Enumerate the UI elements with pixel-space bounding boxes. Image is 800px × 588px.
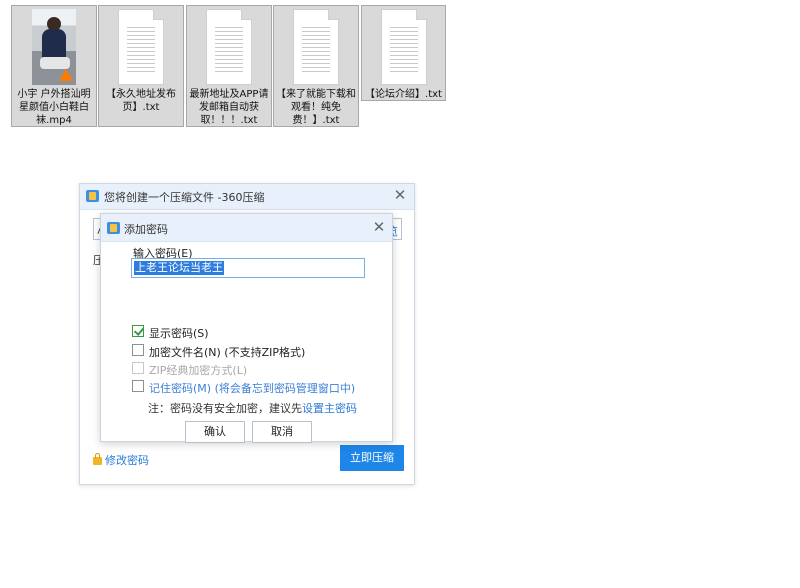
file-item-txt[interactable]: 【来了就能下载和观看！纯免费！】.txt bbox=[273, 5, 359, 127]
checkbox-box bbox=[132, 380, 144, 392]
file-item-txt[interactable]: 最新地址及APP请发邮箱自动获取！！！.txt bbox=[186, 5, 272, 127]
file-item-video[interactable]: 小宇 户外搭汕明星颜值小白鞋白袜.mp4 bbox=[11, 5, 97, 127]
compress-now-button[interactable]: 立即压缩 bbox=[340, 445, 404, 471]
dialog-title: 添加密码 bbox=[124, 223, 168, 236]
thumbnail-sofa bbox=[40, 57, 70, 69]
file-item-txt[interactable]: 【永久地址发布页】.txt bbox=[98, 5, 184, 127]
password-value: 上老王论坛当老王 bbox=[134, 261, 224, 275]
checkbox-box bbox=[132, 344, 144, 356]
confirm-button[interactable]: 确认 bbox=[185, 421, 245, 443]
dialog-title-bar[interactable]: 添加密码 ✕ bbox=[101, 214, 392, 242]
file-name: 小宇 户外搭汕明星颜值小白鞋白袜.mp4 bbox=[17, 89, 91, 126]
text-file-icon bbox=[380, 9, 427, 85]
set-master-password-link[interactable]: 设置主密码 bbox=[302, 402, 357, 415]
note-text: 注：密码没有安全加密，建议先 bbox=[148, 402, 302, 415]
file-name: 【来了就能下载和观看！纯免费！】.txt bbox=[276, 89, 356, 126]
file-name: 【论坛介绍】.txt bbox=[365, 89, 442, 100]
show-password-label: 显示密码(S) bbox=[149, 327, 209, 340]
zip-classic-label: ZIP经典加密方式(L) bbox=[149, 364, 248, 377]
lock-icon bbox=[93, 453, 102, 465]
modify-password-link[interactable]: 修改密码 bbox=[93, 452, 149, 468]
add-password-dialog: 添加密码 ✕ 输入密码(E) 上老王论坛当老王 显示密码(S) 加密文件名(N)… bbox=[100, 213, 393, 443]
file-name: 【永久地址发布页】.txt bbox=[106, 89, 176, 113]
file-item-txt[interactable]: 【论坛介绍】.txt bbox=[361, 5, 446, 101]
text-file-icon bbox=[118, 9, 164, 85]
security-note: 注：密码没有安全加密，建议先设置主密码 bbox=[148, 400, 357, 416]
text-file-icon bbox=[206, 9, 252, 85]
close-icon[interactable]: ✕ bbox=[392, 187, 408, 203]
vlc-cone-icon bbox=[59, 69, 73, 81]
360zip-icon bbox=[107, 222, 120, 234]
modify-password-label: 修改密码 bbox=[105, 454, 149, 467]
file-name: 最新地址及APP请发邮箱自动获取！！！.txt bbox=[189, 89, 269, 126]
text-file-icon bbox=[293, 9, 339, 85]
checkmark-icon bbox=[132, 325, 144, 337]
checkbox-box bbox=[132, 362, 144, 374]
cancel-button[interactable]: 取消 bbox=[252, 421, 312, 443]
encrypt-filename-label: 加密文件名(N) (不支持ZIP格式) bbox=[149, 346, 306, 359]
360zip-icon bbox=[86, 190, 99, 202]
dialog-title-bar[interactable]: 您将创建一个压缩文件 -360压缩 ✕ bbox=[80, 184, 414, 210]
password-input[interactable]: 上老王论坛当老王 bbox=[131, 258, 365, 278]
video-thumbnail bbox=[32, 9, 76, 85]
remember-password-label: 记住密码(M) (将会备忘到密码管理窗口中) bbox=[149, 382, 356, 395]
dialog-title: 您将创建一个压缩文件 -360压缩 bbox=[104, 191, 265, 204]
close-icon[interactable]: ✕ bbox=[371, 219, 387, 235]
